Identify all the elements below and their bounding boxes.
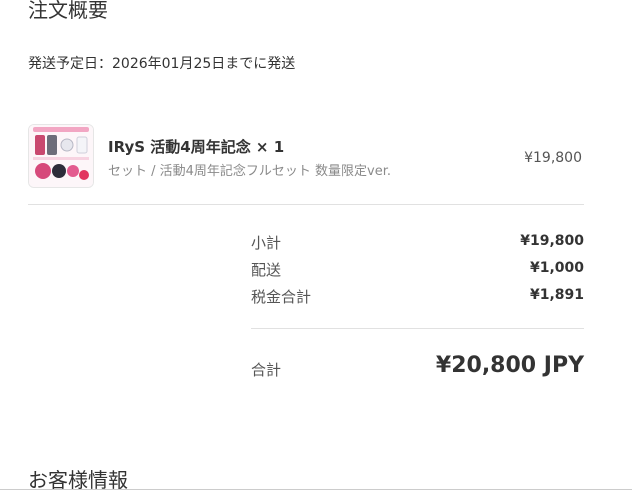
product-set-thumbnail-icon [29, 125, 93, 187]
tax-row: 税金合計 ¥1,891 [251, 286, 584, 308]
subtotal-label: 小計 [251, 234, 282, 252]
total-label: 合計 [251, 361, 282, 379]
shipping-row: 配送 ¥1,000 [251, 259, 584, 281]
summary-divider [251, 328, 584, 329]
product-name: IRyS 活動4周年記念 × 1 [108, 138, 285, 156]
subtotal-row: 小計 ¥19,800 [251, 232, 584, 254]
customer-info-title: お客様情報 [28, 468, 128, 490]
total-value: ¥20,800 JPY [435, 353, 584, 378]
product-price: ¥19,800 [524, 150, 582, 166]
order-summary-title: 注文概要 [28, 0, 108, 22]
ship-date: 発送予定日：2026年01月25日までに発送 [28, 56, 296, 72]
product-thumbnail [28, 124, 94, 188]
subtotal-value: ¥19,800 [520, 233, 584, 249]
shipping-value: ¥1,000 [529, 260, 584, 276]
order-summary-page: 注文概要 発送予定日：2026年01月25日までに発送 IRyS 活動4周年記念… [0, 0, 632, 490]
shipping-label: 配送 [251, 261, 282, 279]
tax-value: ¥1,891 [529, 287, 584, 303]
tax-label: 税金合計 [251, 288, 312, 306]
divider [28, 204, 584, 205]
product-variant: セット / 活動4周年記念フルセット 数量限定ver. [108, 164, 392, 179]
product-line-item: IRyS 活動4周年記念 × 1 セット / 活動4周年記念フルセット 数量限定… [28, 124, 584, 188]
